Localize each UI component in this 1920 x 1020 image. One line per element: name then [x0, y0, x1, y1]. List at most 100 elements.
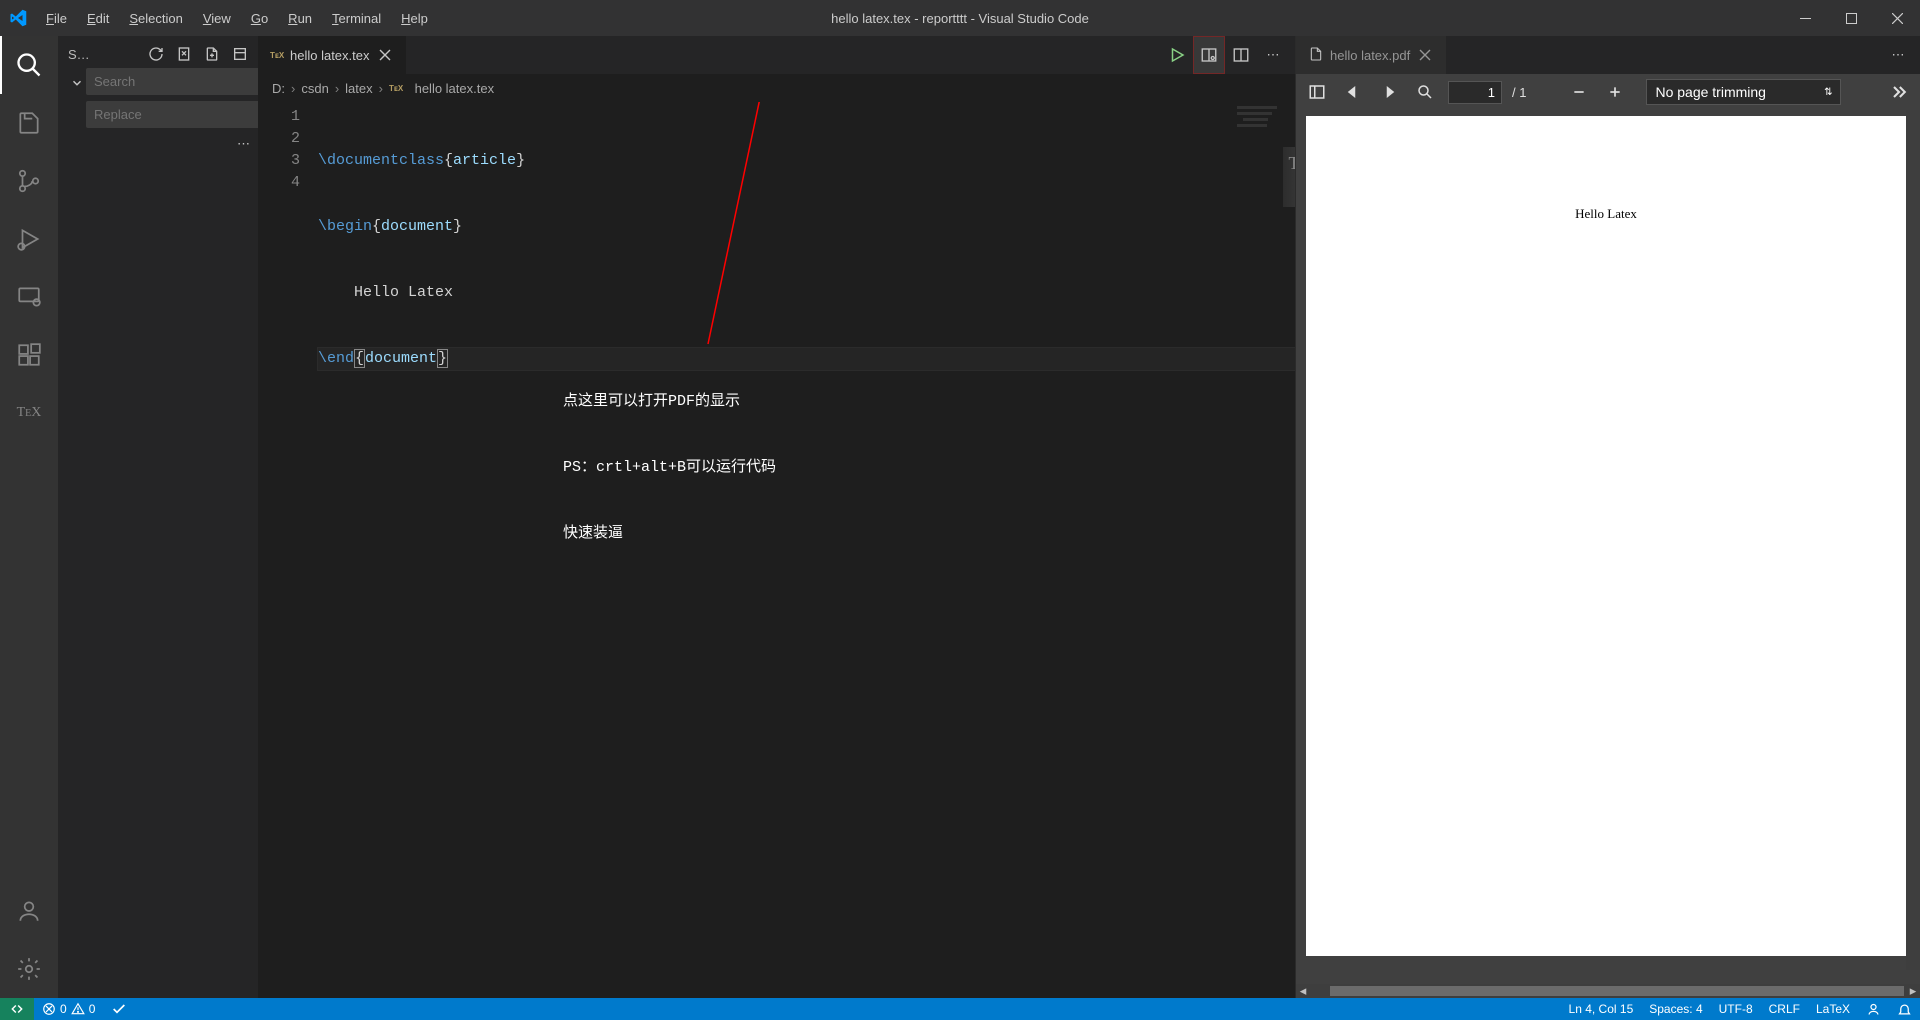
- pdf-edge-decoration: T: [1283, 147, 1295, 207]
- sidebar-toggle-icon[interactable]: [1304, 79, 1330, 105]
- close-tab-icon[interactable]: [1416, 46, 1434, 64]
- breadcrumb-file[interactable]: TᴇX hello latex.tex: [389, 81, 494, 96]
- menu-edit[interactable]: Edit: [77, 0, 119, 36]
- chevron-right-icon: ›: [291, 81, 295, 96]
- horizontal-scrollbar[interactable]: ◂ ▸: [1296, 984, 1920, 998]
- tab-hello-latex-pdf[interactable]: hello latex.pdf: [1296, 36, 1447, 74]
- zoom-out-icon[interactable]: [1566, 79, 1592, 105]
- open-preview-button[interactable]: [1193, 36, 1225, 74]
- toggle-search-details[interactable]: ⋯: [58, 134, 258, 154]
- activity-extensions[interactable]: [0, 326, 58, 384]
- line-number: 2: [258, 128, 300, 150]
- activity-latex[interactable]: TEX: [0, 384, 58, 442]
- search-header-label: S…: [64, 47, 90, 62]
- clear-icon[interactable]: [172, 42, 196, 66]
- tab-label: hello latex.tex: [290, 48, 370, 63]
- more-actions-button[interactable]: ⋯: [1257, 36, 1289, 74]
- check-button[interactable]: [103, 998, 135, 1020]
- prev-page-icon[interactable]: [1340, 79, 1366, 105]
- pdf-page: Hello Latex: [1306, 116, 1906, 956]
- breadcrumb-drive[interactable]: D:: [272, 81, 285, 96]
- editor-group-1: TᴇX hello latex.tex ⋯ D: › csdn › latex …: [258, 36, 1295, 998]
- menu-go[interactable]: Go: [241, 0, 278, 36]
- eol[interactable]: CRLF: [1761, 1002, 1808, 1016]
- scroll-thumb[interactable]: [1330, 986, 1904, 996]
- scroll-right-icon[interactable]: ▸: [1906, 984, 1920, 998]
- chevron-right-icon: ›: [379, 81, 383, 96]
- menu-run[interactable]: Run: [278, 0, 322, 36]
- line-gutter: 1 2 3 4: [258, 102, 318, 998]
- pdf-viewer[interactable]: Hello Latex: [1296, 110, 1920, 984]
- zoom-in-icon[interactable]: [1602, 79, 1628, 105]
- status-bar: 0 0 Ln 4, Col 15 Spaces: 4 UTF-8 CRLF La…: [0, 998, 1920, 1020]
- maximize-button[interactable]: [1828, 0, 1874, 36]
- editor-group-2: hello latex.pdf ⋯ / 1 No page trimming ⇅: [1295, 36, 1920, 998]
- tab-bar-1: TᴇX hello latex.tex ⋯: [258, 36, 1295, 74]
- activity-source-control[interactable]: [0, 152, 58, 210]
- breadcrumb-folder1[interactable]: csdn: [301, 81, 328, 96]
- code-area[interactable]: \documentclass{article} \begin{document}…: [318, 102, 1295, 998]
- toggle-replace-icon[interactable]: [70, 68, 84, 128]
- activity-remote[interactable]: [0, 268, 58, 326]
- close-tab-icon[interactable]: [376, 46, 394, 64]
- window-title: hello latex.tex - reportttt - Visual Stu…: [831, 11, 1089, 26]
- search-panel: S… Aa Ab .*: [58, 36, 258, 998]
- zoom-search-icon[interactable]: [1412, 79, 1438, 105]
- search-input[interactable]: [86, 68, 278, 95]
- window-controls: [1782, 0, 1920, 36]
- collapse-icon[interactable]: [228, 42, 252, 66]
- menu-help[interactable]: Help: [391, 0, 438, 36]
- refresh-icon[interactable]: [144, 42, 168, 66]
- breadcrumb: D: › csdn › latex › TᴇX hello latex.tex: [258, 74, 1295, 102]
- dropdown-arrows-icon: ⇅: [1824, 87, 1832, 98]
- page-number-input[interactable]: [1448, 81, 1502, 104]
- problems-button[interactable]: 0 0: [34, 998, 103, 1020]
- menu-bar: File Edit Selection View Go Run Terminal…: [36, 0, 438, 36]
- run-code-button[interactable]: [1161, 36, 1193, 74]
- cursor-position[interactable]: Ln 4, Col 15: [1561, 1002, 1642, 1016]
- tab-hello-latex-tex[interactable]: TᴇX hello latex.tex: [258, 36, 407, 74]
- tex-file-icon: TᴇX: [270, 48, 284, 62]
- minimize-button[interactable]: [1782, 0, 1828, 36]
- next-page-icon[interactable]: [1376, 79, 1402, 105]
- notifications-icon[interactable]: [1889, 1002, 1920, 1017]
- indentation[interactable]: Spaces: 4: [1641, 1002, 1710, 1016]
- pdf-file-icon: [1308, 46, 1324, 65]
- line-number: 3: [258, 150, 300, 172]
- activity-bar: TEX: [0, 36, 58, 998]
- pdf-toolbar: / 1 No page trimming ⇅: [1296, 74, 1920, 110]
- vertical-scrollbar[interactable]: [1906, 110, 1920, 970]
- split-editor-button[interactable]: [1225, 36, 1257, 74]
- menu-view[interactable]: View: [193, 0, 241, 36]
- scroll-left-icon[interactable]: ◂: [1296, 984, 1310, 998]
- activity-accounts[interactable]: [0, 882, 58, 940]
- tab-bar-2: hello latex.pdf ⋯: [1296, 36, 1920, 74]
- more-actions-button[interactable]: ⋯: [1882, 36, 1914, 74]
- menu-terminal[interactable]: Terminal: [322, 0, 391, 36]
- editor-body[interactable]: 1 2 3 4 \documentclass{article} \begin{d…: [258, 102, 1295, 998]
- pdf-text-content: Hello Latex: [1306, 206, 1906, 222]
- menu-file[interactable]: File: [36, 0, 77, 36]
- title-bar: File Edit Selection View Go Run Terminal…: [0, 0, 1920, 36]
- tab-label: hello latex.pdf: [1330, 48, 1410, 63]
- annotation-text: 点这里可以打开PDF的显示 PS：crtl+alt+B可以运行代码 快速装逼: [563, 347, 776, 589]
- activity-search[interactable]: [0, 36, 58, 94]
- tools-icon[interactable]: [1886, 79, 1912, 105]
- remote-button[interactable]: [0, 998, 34, 1020]
- feedback-icon[interactable]: [1858, 1002, 1889, 1017]
- activity-settings[interactable]: [0, 940, 58, 998]
- vscode-logo-icon: [0, 0, 36, 36]
- close-button[interactable]: [1874, 0, 1920, 36]
- activity-run-debug[interactable]: [0, 210, 58, 268]
- page-trim-select[interactable]: No page trimming ⇅: [1646, 79, 1841, 105]
- language-mode[interactable]: LaTeX: [1808, 1002, 1858, 1016]
- menu-selection[interactable]: Selection: [119, 0, 192, 36]
- new-file-icon[interactable]: [200, 42, 224, 66]
- line-number: 1: [258, 106, 300, 128]
- tex-file-icon: TᴇX: [389, 81, 403, 95]
- encoding[interactable]: UTF-8: [1711, 1002, 1761, 1016]
- line-number: 4: [258, 172, 300, 194]
- activity-explorer[interactable]: [0, 94, 58, 152]
- minimap[interactable]: [1235, 102, 1295, 998]
- breadcrumb-folder2[interactable]: latex: [345, 81, 372, 96]
